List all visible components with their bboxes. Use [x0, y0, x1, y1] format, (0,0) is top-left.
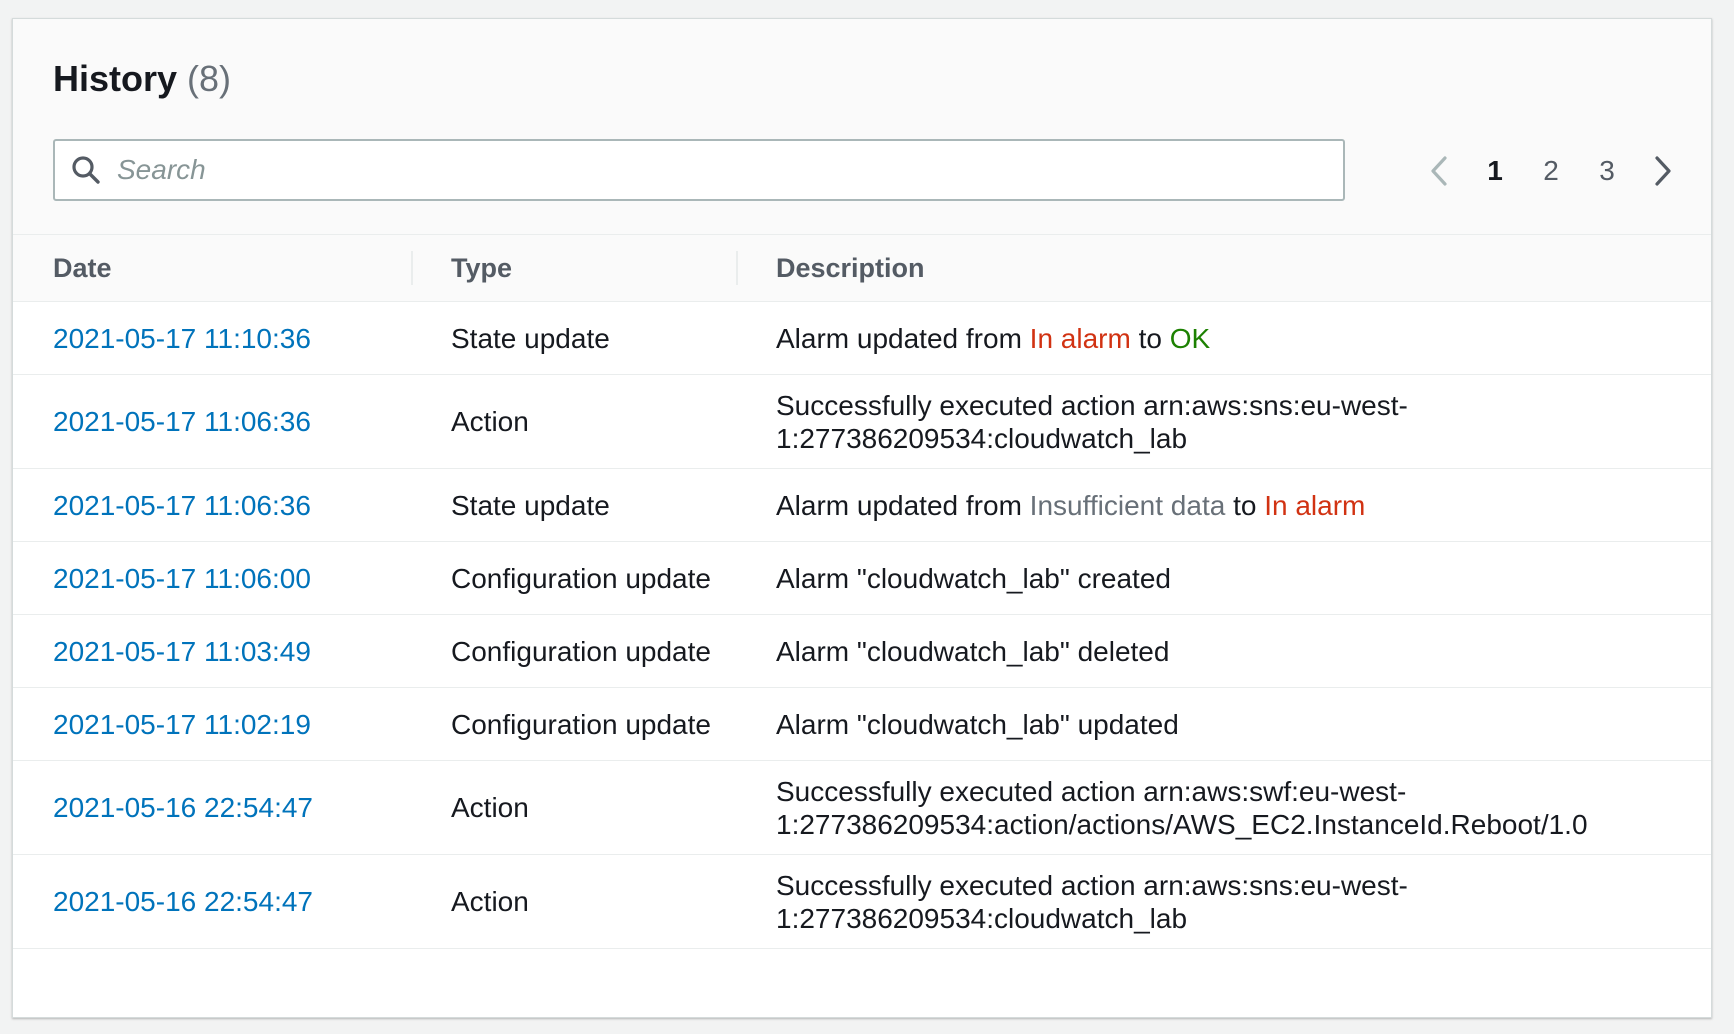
description-cell: Alarm "cloudwatch_lab" deleted [738, 614, 1711, 688]
table-row: 2021-05-17 11:03:49 Configuration update… [13, 614, 1711, 688]
type-cell: Action [413, 374, 738, 469]
date-cell: 2021-05-17 11:10:36 [13, 301, 413, 375]
date-link[interactable]: 2021-05-17 11:10:36 [53, 323, 311, 354]
table-row: 2021-05-17 11:06:00 Configuration update… [13, 541, 1711, 615]
description-line: 1:277386209534:action/actions/AWS_EC2.In… [776, 808, 1588, 840]
date-cell: 2021-05-17 11:06:36 [13, 468, 413, 542]
description-line: 1:277386209534:cloudwatch_lab [776, 902, 1188, 934]
date-link[interactable]: 2021-05-16 22:54:47 [53, 792, 313, 823]
description-cell: Alarm "cloudwatch_lab" updated [738, 687, 1711, 761]
column-header-date-label: Date [53, 252, 112, 283]
state-from: Insufficient data [1029, 489, 1226, 521]
description-line: Successfully executed action arn:aws:sns… [776, 869, 1408, 901]
date-cell: 2021-05-16 22:54:47 [13, 760, 413, 855]
description-text: Alarm updated from [776, 489, 1030, 521]
description-cell: Alarm updated from In alarm to OK [738, 301, 1711, 375]
type-cell: Action [413, 854, 738, 949]
chevron-right-icon[interactable] [1635, 143, 1691, 199]
page-1[interactable]: 1 [1467, 155, 1523, 187]
history-panel: History (8) 1 2 3 [12, 18, 1712, 1018]
page-2[interactable]: 2 [1523, 155, 1579, 187]
date-link[interactable]: 2021-05-17 11:06:00 [53, 563, 311, 594]
date-cell: 2021-05-17 11:06:36 [13, 374, 413, 469]
date-link[interactable]: 2021-05-17 11:06:36 [53, 406, 311, 437]
date-link[interactable]: 2021-05-16 22:54:47 [53, 886, 313, 917]
title-text: History [53, 58, 178, 99]
description-text: Alarm updated from [776, 322, 1030, 354]
description-cell: Successfully executed action arn:aws:swf… [738, 760, 1711, 855]
type-cell: Configuration update [413, 687, 738, 761]
table-row: 2021-05-17 11:10:36 State update Alarm u… [13, 301, 1711, 375]
type-cell: Configuration update [413, 614, 738, 688]
page-3[interactable]: 3 [1579, 155, 1635, 187]
history-header: History (8) 1 2 3 [13, 19, 1711, 235]
description-text: to [1130, 322, 1170, 354]
date-link[interactable]: 2021-05-17 11:03:49 [53, 636, 311, 667]
pagination: 1 2 3 [1411, 143, 1691, 199]
column-header-type-label: Type [451, 252, 513, 283]
table-row: 2021-05-17 11:06:36 State update Alarm u… [13, 468, 1711, 542]
description-line: Successfully executed action arn:aws:sns… [776, 389, 1408, 421]
description-line: Successfully executed action arn:aws:swf… [776, 775, 1407, 807]
column-header-description-label: Description [776, 252, 925, 283]
table-header-row: Date Type Description [13, 235, 1711, 302]
search-icon [71, 153, 105, 187]
date-cell: 2021-05-17 11:06:00 [13, 541, 413, 615]
description-line: 1:277386209534:cloudwatch_lab [776, 422, 1188, 454]
column-header-date[interactable]: Date [13, 235, 413, 302]
description-text: to [1225, 489, 1265, 521]
description-cell: Alarm "cloudwatch_lab" created [738, 541, 1711, 615]
chevron-left-icon[interactable] [1411, 143, 1467, 199]
type-cell: Configuration update [413, 541, 738, 615]
page-title: History (8) [53, 61, 231, 97]
date-cell: 2021-05-17 11:02:19 [13, 687, 413, 761]
state-from: In alarm [1029, 322, 1131, 354]
table-row: 2021-05-17 11:06:36 Action Successfully … [13, 374, 1711, 469]
search-box[interactable] [53, 139, 1345, 201]
state-to: In alarm [1264, 489, 1366, 521]
type-cell: State update [413, 468, 738, 542]
history-count: (8) [187, 58, 232, 99]
table-row: 2021-05-16 22:54:47 Action Successfully … [13, 760, 1711, 855]
description-cell: Successfully executed action arn:aws:sns… [738, 374, 1711, 469]
description-cell: Successfully executed action arn:aws:sns… [738, 854, 1711, 949]
search-input[interactable] [115, 153, 1319, 187]
table-row: 2021-05-16 22:54:47 Action Successfully … [13, 854, 1711, 949]
column-header-description[interactable]: Description [738, 235, 1711, 302]
date-cell: 2021-05-16 22:54:47 [13, 854, 413, 949]
date-cell: 2021-05-17 11:03:49 [13, 614, 413, 688]
state-to: OK [1169, 322, 1211, 354]
type-cell: Action [413, 760, 738, 855]
date-link[interactable]: 2021-05-17 11:06:36 [53, 490, 311, 521]
date-link[interactable]: 2021-05-17 11:02:19 [53, 709, 311, 740]
history-table: Date Type Description 2021-05-17 11:10:3… [13, 235, 1711, 949]
type-cell: State update [413, 301, 738, 375]
table-row: 2021-05-17 11:02:19 Configuration update… [13, 687, 1711, 761]
column-header-type[interactable]: Type [413, 235, 738, 302]
description-cell: Alarm updated from Insufficient data to … [738, 468, 1711, 542]
